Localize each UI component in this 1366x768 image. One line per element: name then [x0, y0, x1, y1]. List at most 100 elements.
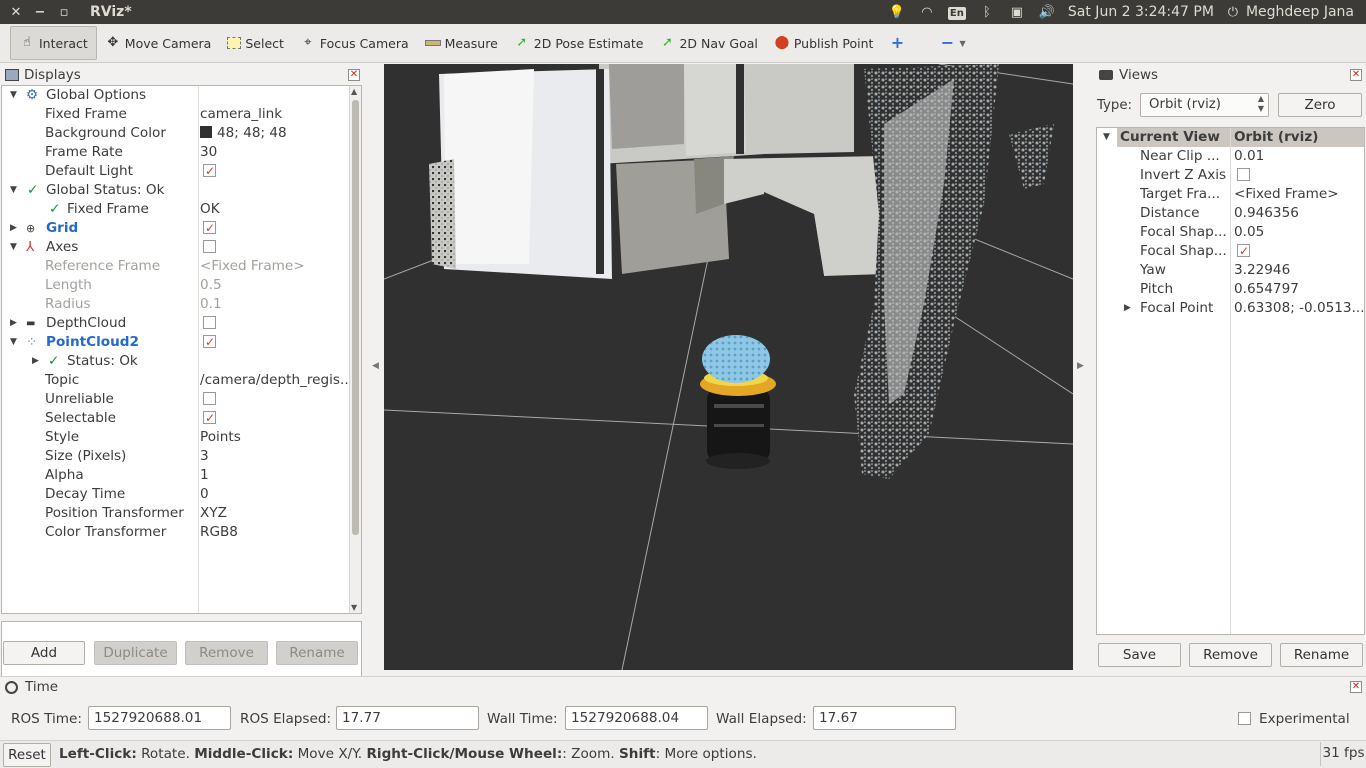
remove-view-button[interactable]: Remove — [1189, 643, 1272, 667]
unreliable-checkbox[interactable] — [203, 392, 216, 405]
lightbulb-icon[interactable]: 💡 — [882, 5, 912, 20]
tree-row-frame-rate[interactable]: Frame Rate 30 — [2, 143, 348, 162]
close-icon[interactable]: ✕ — [1350, 69, 1362, 81]
view-row-invert-z[interactable]: Invert Z Axis — [1097, 166, 1364, 185]
close-window-button[interactable]: ✕ — [4, 5, 28, 20]
tree-row-grid[interactable]: ▶ ⊕ Grid — [2, 219, 348, 238]
duplicate-display-button[interactable]: Duplicate — [94, 641, 177, 665]
tree-row-alpha[interactable]: Alpha 1 — [2, 466, 348, 485]
keyboard-language-icon[interactable]: En — [942, 5, 972, 20]
remove-tool-button[interactable]: − ▼ — [931, 26, 973, 60]
view-type-select[interactable]: Orbit (rviz) ▲ ▼ — [1140, 93, 1270, 117]
reset-button[interactable]: Reset — [3, 743, 51, 767]
displays-scrollbar[interactable]: ▲ ▼ — [349, 86, 361, 613]
tree-row-background-color[interactable]: Background Color 48; 48; 48 — [2, 124, 348, 143]
tree-row-global-status[interactable]: ▼ ✓ Global Status: Ok — [2, 181, 348, 200]
tool-focus-camera[interactable]: ⌖ Focus Camera — [292, 26, 417, 60]
tool-measure[interactable]: Measure — [417, 26, 506, 60]
expand-arrow-icon[interactable]: ▼ — [10, 238, 22, 257]
close-icon[interactable]: ✕ — [348, 69, 360, 81]
zero-view-button[interactable]: Zero — [1278, 93, 1363, 117]
expand-arrow-icon[interactable]: ▼ — [10, 181, 22, 200]
ros-elapsed-field[interactable]: 17.77 — [336, 706, 479, 730]
grid-enable-checkbox[interactable] — [203, 219, 216, 238]
collapsed-arrow-icon[interactable]: ▶ — [32, 352, 44, 371]
depthcloud-enable-checkbox[interactable] — [203, 316, 216, 329]
collapsed-arrow-icon[interactable]: ▶ — [1124, 299, 1136, 318]
views-tree[interactable]: ▼ Current View Orbit (rviz) Near Clip ..… — [1096, 127, 1365, 635]
add-display-button[interactable]: Add — [3, 641, 85, 665]
tree-row-topic[interactable]: Topic/camera/depth_regis... — [2, 371, 348, 390]
tree-row-reference-frame[interactable]: Reference Frame <Fixed Frame> — [2, 257, 348, 276]
view-row-focal-shape-size[interactable]: Focal Shap... 0.05 — [1097, 223, 1364, 242]
experimental-checkbox[interactable] — [1238, 712, 1251, 725]
tree-row-default-light[interactable]: Default Light — [2, 162, 348, 181]
invert-z-checkbox[interactable] — [1237, 168, 1250, 181]
wall-elapsed-field[interactable]: 17.67 — [813, 706, 956, 730]
power-icon[interactable]: ⏻ — [1224, 5, 1242, 20]
tool-2d-nav-goal[interactable]: ➚ 2D Nav Goal — [651, 26, 765, 60]
expand-arrow-icon[interactable]: ▼ — [10, 333, 22, 352]
minimize-window-button[interactable]: − — [28, 5, 52, 20]
color-swatch[interactable] — [200, 126, 212, 138]
expand-arrow-icon[interactable]: ▼ — [1103, 128, 1115, 147]
tree-row-style[interactable]: Style Points — [2, 428, 348, 447]
tree-row-pointcloud2[interactable]: ▼ ⁘ PointCloud2 — [2, 333, 348, 352]
maximize-window-button[interactable]: ▫ — [52, 5, 76, 20]
ros-time-field[interactable]: 1527920688.01 — [88, 706, 231, 730]
default-light-checkbox[interactable] — [203, 162, 216, 181]
tree-row-length[interactable]: Length 0.5 — [2, 276, 348, 295]
scroll-down-icon[interactable]: ▼ — [351, 603, 357, 612]
tree-row-depthcloud[interactable]: ▶ ▬ DepthCloud — [2, 314, 348, 333]
view-row-pitch[interactable]: Pitch 0.654797 — [1097, 280, 1364, 299]
selectable-checkbox[interactable] — [203, 409, 216, 428]
tree-row-fixed-frame[interactable]: Fixed Frame camera_link — [2, 105, 348, 124]
rename-view-button[interactable]: Rename — [1280, 643, 1363, 667]
tool-interact[interactable]: ☝ Interact — [10, 26, 97, 60]
wifi-icon[interactable]: ◠ — [912, 5, 942, 20]
tool-2d-pose-estimate[interactable]: ➚ 2D Pose Estimate — [506, 26, 652, 60]
view-row-near-clip[interactable]: Near Clip ... 0.01 — [1097, 147, 1364, 166]
axes-enable-checkbox[interactable] — [203, 240, 216, 253]
focal-shape-fixed-checkbox[interactable] — [1237, 242, 1250, 261]
tree-row-position-transformer[interactable]: Position Transformer XYZ — [2, 504, 348, 523]
tool-move-camera[interactable]: ✥ Move Camera — [97, 26, 220, 60]
clock[interactable]: Sat Jun 2 3:24:47 PM — [1068, 4, 1214, 20]
view-row-focal-shape-fixed[interactable]: Focal Shap... — [1097, 242, 1364, 261]
save-view-button[interactable]: Save — [1098, 643, 1181, 667]
tree-row-global-options[interactable]: ▼ ⚙ Global Options — [2, 86, 348, 105]
rename-display-button[interactable]: Rename — [276, 641, 358, 665]
expand-arrow-icon[interactable]: ▼ — [10, 86, 22, 105]
tree-row-color-transformer[interactable]: Color Transformer RGB8 — [2, 523, 348, 542]
scroll-up-icon[interactable]: ▲ — [351, 87, 357, 96]
tree-row-decay-time[interactable]: Decay Time 0 — [2, 485, 348, 504]
tree-row-radius[interactable]: Radius 0.1 — [2, 295, 348, 314]
tree-row-unreliable[interactable]: Unreliable — [2, 390, 348, 409]
view-row-target-frame[interactable]: Target Fra... <Fixed Frame> — [1097, 185, 1364, 204]
remove-display-button[interactable]: Remove — [185, 641, 268, 665]
3d-render-viewport[interactable] — [384, 64, 1073, 670]
tool-select[interactable]: Select — [219, 26, 292, 60]
tree-row-size-pixels[interactable]: Size (Pixels) 3 — [2, 447, 348, 466]
displays-tree[interactable]: ▼ ⚙ Global Options Fixed Frame camera_link … — [1, 85, 362, 614]
bluetooth-icon[interactable]: ᛒ — [972, 5, 1002, 20]
collapsed-arrow-icon[interactable]: ▶ — [10, 314, 22, 333]
collapsed-arrow-icon[interactable]: ▶ — [10, 219, 22, 238]
volume-icon[interactable]: 🔊 — [1032, 5, 1062, 20]
add-tool-button[interactable]: + — [881, 26, 917, 60]
user-name[interactable]: Meghdeep Jana — [1246, 4, 1354, 20]
tree-row-selectable[interactable]: Selectable — [2, 409, 348, 428]
collapse-left-icon[interactable]: ◀ — [372, 361, 379, 371]
close-icon[interactable]: ✕ — [1350, 681, 1362, 693]
pointcloud2-enable-checkbox[interactable] — [203, 333, 216, 352]
current-view-header[interactable]: Current View Orbit (rviz) — [1117, 128, 1364, 147]
tree-row-fixed-frame-status[interactable]: ✓ Fixed Frame OK — [2, 200, 348, 219]
collapse-right-icon[interactable]: ▶ — [1077, 361, 1084, 371]
clipboard-icon[interactable]: ▣ — [1002, 5, 1032, 20]
tool-publish-point[interactable]: ⬤ Publish Point — [766, 26, 882, 60]
tree-row-axes[interactable]: ▼ ⅄ Axes — [2, 238, 348, 257]
wall-time-field[interactable]: 1527920688.04 — [565, 706, 708, 730]
view-row-focal-point[interactable]: ▶ Focal Point 0.63308; -0.0513... — [1097, 299, 1364, 318]
scrollbar-thumb[interactable] — [352, 100, 359, 535]
tree-row-pointcloud-status[interactable]: ▶ ✓ Status: Ok — [2, 352, 348, 371]
